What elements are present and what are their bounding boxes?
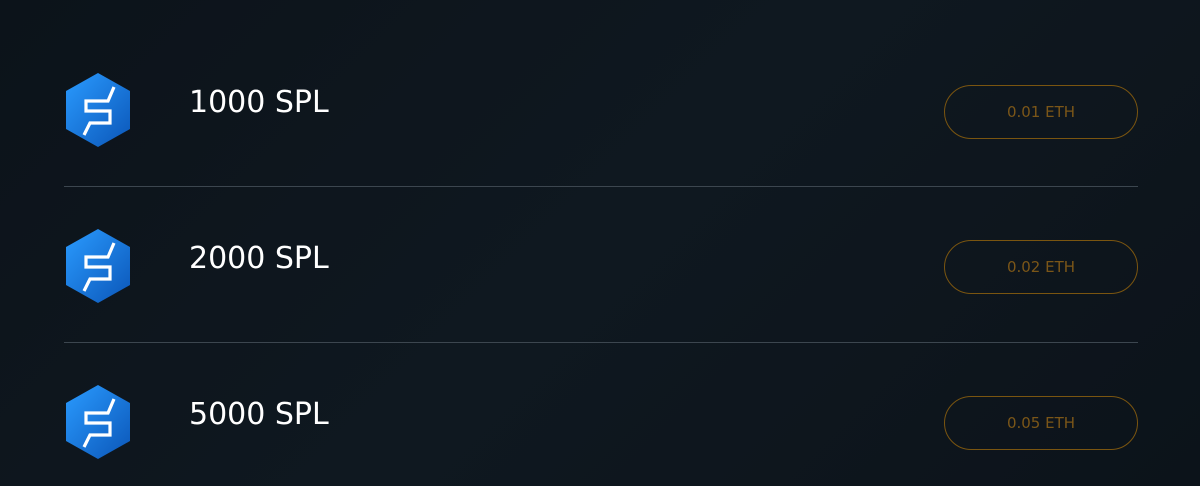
buy-price-button[interactable]: 0.01 ETH <box>944 85 1138 139</box>
spl-token-logo-icon <box>66 385 130 459</box>
package-row: 1000 SPL 0.01 ETH <box>64 0 1138 187</box>
buy-price-button[interactable]: 0.05 ETH <box>944 396 1138 450</box>
token-package-list: 1000 SPL 0.01 ETH 2000 SPL 0.02 ETH 5000… <box>64 0 1138 486</box>
package-amount: 2000 SPL <box>189 241 329 276</box>
spl-token-logo-icon <box>66 229 130 303</box>
package-row: 2000 SPL 0.02 ETH <box>64 187 1138 343</box>
buy-price-button[interactable]: 0.02 ETH <box>944 240 1138 294</box>
package-row: 5000 SPL 0.05 ETH <box>64 343 1138 486</box>
package-amount: 1000 SPL <box>189 85 329 120</box>
package-amount: 5000 SPL <box>189 397 329 432</box>
spl-token-logo-icon <box>66 73 130 147</box>
